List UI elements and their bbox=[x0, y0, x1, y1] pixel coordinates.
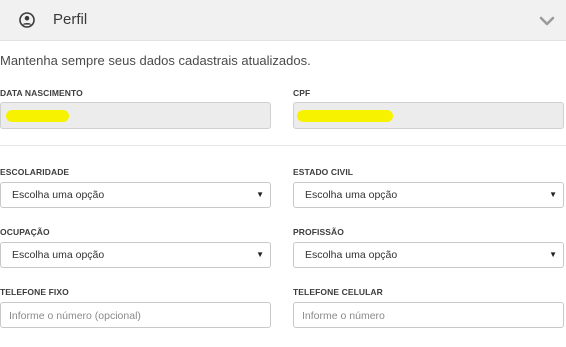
mobile-label: TELEFONE CELULAR bbox=[293, 287, 383, 297]
intro-text: Mantenha sempre seus dados cadastrais at… bbox=[0, 53, 311, 68]
marital-status-select-value: Escolha uma opção bbox=[305, 189, 398, 201]
cpf-label: CPF bbox=[293, 88, 311, 98]
profession-select[interactable]: Escolha uma opção ▼ bbox=[293, 242, 564, 268]
marital-status-select[interactable]: Escolha uma opção ▼ bbox=[293, 182, 564, 208]
profession-select-value: Escolha uma opção bbox=[305, 249, 398, 261]
landline-input[interactable]: Informe o número (opcional) bbox=[0, 302, 271, 328]
profile-section-header[interactable]: Perfil bbox=[0, 0, 566, 41]
user-circle-icon bbox=[19, 12, 35, 28]
mobile-input[interactable]: Informe o número bbox=[293, 302, 564, 328]
redaction-mark bbox=[297, 110, 393, 122]
education-select[interactable]: Escolha uma opção ▼ bbox=[0, 182, 271, 208]
landline-placeholder: Informe o número (opcional) bbox=[9, 310, 141, 322]
education-label: ESCOLARIDADE bbox=[0, 167, 70, 177]
birth-date-field bbox=[0, 102, 271, 129]
chevron-down-icon[interactable] bbox=[539, 15, 555, 27]
section-divider bbox=[0, 145, 566, 146]
dropdown-arrow-icon: ▼ bbox=[549, 190, 557, 199]
dropdown-arrow-icon: ▼ bbox=[549, 250, 557, 259]
dropdown-arrow-icon: ▼ bbox=[256, 190, 264, 199]
cpf-field bbox=[293, 102, 564, 129]
mobile-placeholder: Informe o número bbox=[302, 310, 385, 322]
profession-label: PROFISSÃO bbox=[293, 227, 344, 237]
occupation-label: OCUPAÇÃO bbox=[0, 227, 50, 237]
marital-status-label: ESTADO CIVIL bbox=[293, 167, 354, 177]
occupation-select-value: Escolha uma opção bbox=[12, 249, 105, 261]
dropdown-arrow-icon: ▼ bbox=[256, 250, 264, 259]
education-select-value: Escolha uma opção bbox=[12, 189, 105, 201]
section-title: Perfil bbox=[53, 11, 88, 28]
birth-date-label: DATA NASCIMENTO bbox=[0, 88, 83, 98]
redaction-mark bbox=[6, 110, 69, 122]
landline-label: TELEFONE FIXO bbox=[0, 287, 69, 297]
occupation-select[interactable]: Escolha uma opção ▼ bbox=[0, 242, 271, 268]
